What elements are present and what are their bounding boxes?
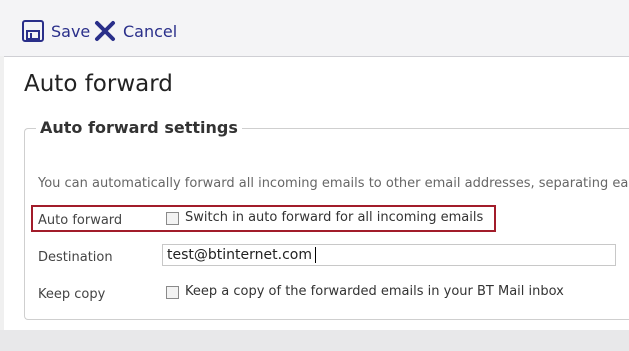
destination-label: Destination — [38, 250, 113, 265]
keep-copy-checkbox-label[interactable]: Keep a copy of the forwarded emails in y… — [185, 284, 564, 299]
keep-copy-label: Keep copy — [38, 287, 106, 302]
page-title: Auto forward — [24, 71, 173, 97]
auto-forward-checkbox-label[interactable]: Switch in auto forward for all incoming … — [185, 210, 483, 225]
settings-legend: Auto forward settings — [36, 118, 242, 137]
settings-description: You can automatically forward all incomi… — [38, 176, 629, 191]
auto-forward-checkbox[interactable] — [166, 212, 179, 225]
cancel-x-icon — [93, 19, 117, 43]
text-caret — [315, 247, 316, 263]
save-button[interactable]: Save — [21, 17, 90, 45]
settings-panel: Auto forward Auto forward settings You c… — [4, 56, 629, 331]
destination-input[interactable] — [162, 244, 616, 266]
cancel-button[interactable]: Cancel — [93, 17, 177, 45]
save-label: Save — [51, 21, 91, 41]
save-disk-icon — [21, 19, 45, 43]
bottom-bar — [0, 330, 629, 351]
keep-copy-checkbox[interactable] — [166, 286, 179, 299]
cancel-label: Cancel — [123, 21, 178, 41]
auto-forward-label: Auto forward — [38, 213, 123, 228]
toolbar: Save Cancel — [0, 0, 629, 56]
